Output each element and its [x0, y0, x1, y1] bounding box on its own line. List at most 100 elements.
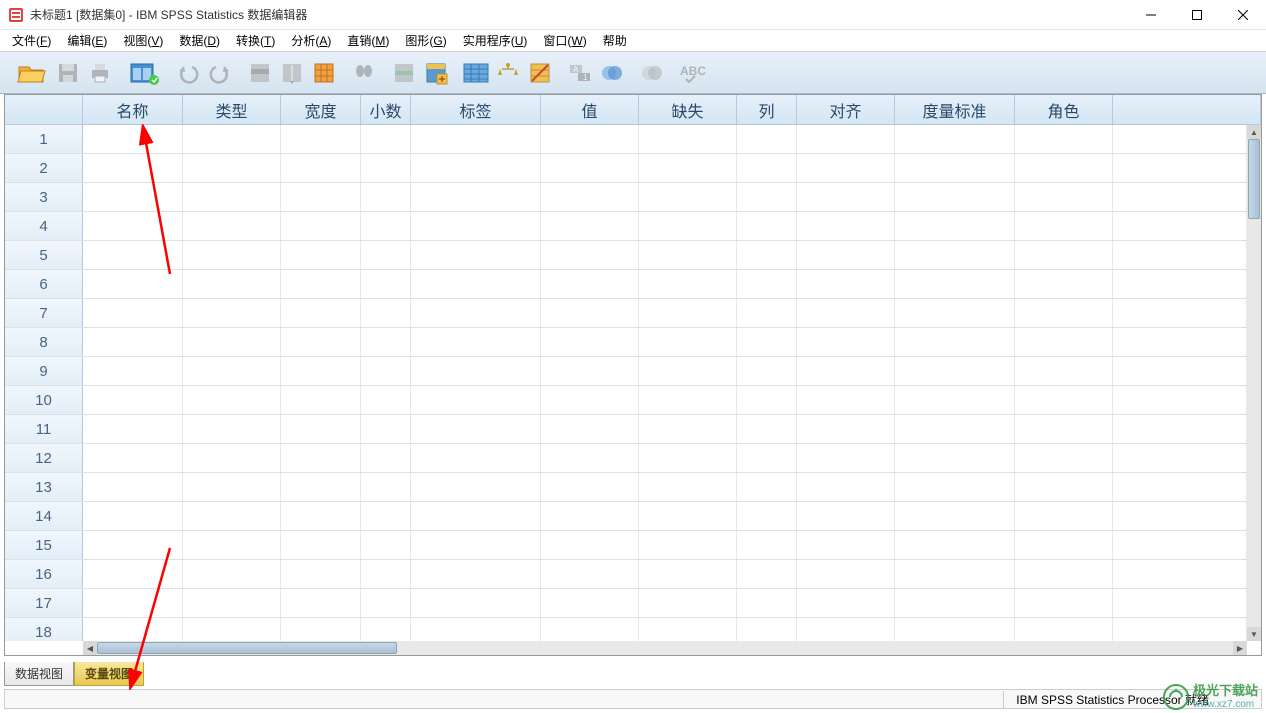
- grid-cell[interactable]: [83, 212, 183, 240]
- scroll-up-arrow[interactable]: ▲: [1247, 125, 1261, 139]
- grid-cell[interactable]: [797, 125, 895, 153]
- scroll-thumb[interactable]: [1248, 139, 1260, 219]
- grid-cell[interactable]: [411, 415, 541, 443]
- use-sets-icon[interactable]: [598, 59, 626, 87]
- grid-cell[interactable]: [639, 328, 737, 356]
- grid-cell[interactable]: [737, 241, 797, 269]
- grid-cell[interactable]: [639, 270, 737, 298]
- grid-cell[interactable]: [411, 328, 541, 356]
- grid-cell[interactable]: [737, 183, 797, 211]
- grid-cell[interactable]: [411, 241, 541, 269]
- grid-cell[interactable]: [797, 241, 895, 269]
- grid-cell[interactable]: [361, 241, 411, 269]
- grid-cell[interactable]: [411, 183, 541, 211]
- grid-cell[interactable]: [737, 560, 797, 588]
- grid-cell[interactable]: [639, 299, 737, 327]
- row-header[interactable]: 1: [5, 125, 83, 153]
- grid-cell[interactable]: [639, 212, 737, 240]
- menu-图形[interactable]: 图形(G): [397, 30, 454, 51]
- open-icon[interactable]: [14, 59, 50, 87]
- menu-视图[interactable]: 视图(V): [115, 30, 171, 51]
- row-header[interactable]: 9: [5, 357, 83, 385]
- grid-cell[interactable]: [361, 357, 411, 385]
- grid-cell[interactable]: [895, 473, 1015, 501]
- menu-数据[interactable]: 数据(D): [171, 30, 228, 51]
- grid-cell[interactable]: [797, 531, 895, 559]
- grid-cell[interactable]: [1015, 125, 1113, 153]
- row-header[interactable]: 5: [5, 241, 83, 269]
- grid-cell[interactable]: [639, 154, 737, 182]
- grid-cell[interactable]: [541, 589, 639, 617]
- row-header[interactable]: 12: [5, 444, 83, 472]
- grid-cell[interactable]: [183, 241, 281, 269]
- grid-cell[interactable]: [895, 386, 1015, 414]
- row-header[interactable]: 15: [5, 531, 83, 559]
- redo-icon[interactable]: [206, 59, 234, 87]
- grid-cell[interactable]: [361, 183, 411, 211]
- close-button[interactable]: [1220, 0, 1266, 30]
- variables-icon[interactable]: [310, 59, 338, 87]
- grid-cell[interactable]: [281, 386, 361, 414]
- grid-cell[interactable]: [83, 531, 183, 559]
- grid-cell[interactable]: [361, 473, 411, 501]
- grid-cell[interactable]: [411, 125, 541, 153]
- grid-cell[interactable]: [895, 212, 1015, 240]
- menu-窗口[interactable]: 窗口(W): [535, 30, 594, 51]
- menu-帮助[interactable]: 帮助: [595, 30, 635, 51]
- row-header[interactable]: 17: [5, 589, 83, 617]
- grid-cell[interactable]: [639, 502, 737, 530]
- grid-cell[interactable]: [361, 415, 411, 443]
- grid-cell[interactable]: [737, 270, 797, 298]
- grid-cell[interactable]: [361, 444, 411, 472]
- column-header-缺失[interactable]: 缺失: [639, 95, 737, 124]
- grid-cell[interactable]: [737, 618, 797, 641]
- grid-cell[interactable]: [895, 444, 1015, 472]
- grid-cell[interactable]: [411, 560, 541, 588]
- grid-cell[interactable]: [411, 473, 541, 501]
- menu-文件[interactable]: 文件(F): [4, 30, 59, 51]
- grid-cell[interactable]: [797, 154, 895, 182]
- column-header-小数[interactable]: 小数: [361, 95, 411, 124]
- grid-cell[interactable]: [83, 357, 183, 385]
- grid-cell[interactable]: [281, 560, 361, 588]
- spellcheck-icon[interactable]: ABC: [678, 59, 706, 87]
- grid-cell[interactable]: [895, 618, 1015, 641]
- grid-cell[interactable]: [797, 444, 895, 472]
- value-labels-icon[interactable]: A1: [566, 59, 594, 87]
- grid-cell[interactable]: [797, 618, 895, 641]
- grid-cell[interactable]: [183, 357, 281, 385]
- grid-cell[interactable]: [737, 444, 797, 472]
- grid-cell[interactable]: [541, 154, 639, 182]
- grid-cell[interactable]: [639, 125, 737, 153]
- grid-cell[interactable]: [895, 560, 1015, 588]
- grid-cell[interactable]: [411, 618, 541, 641]
- grid-cell[interactable]: [737, 299, 797, 327]
- vertical-scrollbar[interactable]: ▲ ▼: [1247, 125, 1261, 641]
- grid-cell[interactable]: [361, 154, 411, 182]
- grid-cell[interactable]: [1015, 473, 1113, 501]
- grid-cell[interactable]: [737, 502, 797, 530]
- row-header[interactable]: 3: [5, 183, 83, 211]
- grid-cell[interactable]: [541, 560, 639, 588]
- select-cases-icon[interactable]: [526, 59, 554, 87]
- grid-cell[interactable]: [1015, 502, 1113, 530]
- grid-cell[interactable]: [183, 473, 281, 501]
- show-all-icon[interactable]: [638, 59, 666, 87]
- grid-cell[interactable]: [83, 386, 183, 414]
- grid-cell[interactable]: [797, 183, 895, 211]
- grid-cell[interactable]: [83, 154, 183, 182]
- grid-cell[interactable]: [1015, 270, 1113, 298]
- grid-cell[interactable]: [183, 560, 281, 588]
- grid-cell[interactable]: [281, 444, 361, 472]
- row-header[interactable]: 11: [5, 415, 83, 443]
- grid-cell[interactable]: [411, 444, 541, 472]
- goto-variable-icon[interactable]: [278, 59, 306, 87]
- grid-cell[interactable]: [83, 444, 183, 472]
- grid-cell[interactable]: [183, 618, 281, 641]
- grid-cell[interactable]: [281, 589, 361, 617]
- grid-cell[interactable]: [1015, 386, 1113, 414]
- column-header-值[interactable]: 值: [541, 95, 639, 124]
- grid-cell[interactable]: [1015, 560, 1113, 588]
- row-header[interactable]: 6: [5, 270, 83, 298]
- grid-corner[interactable]: [5, 95, 83, 124]
